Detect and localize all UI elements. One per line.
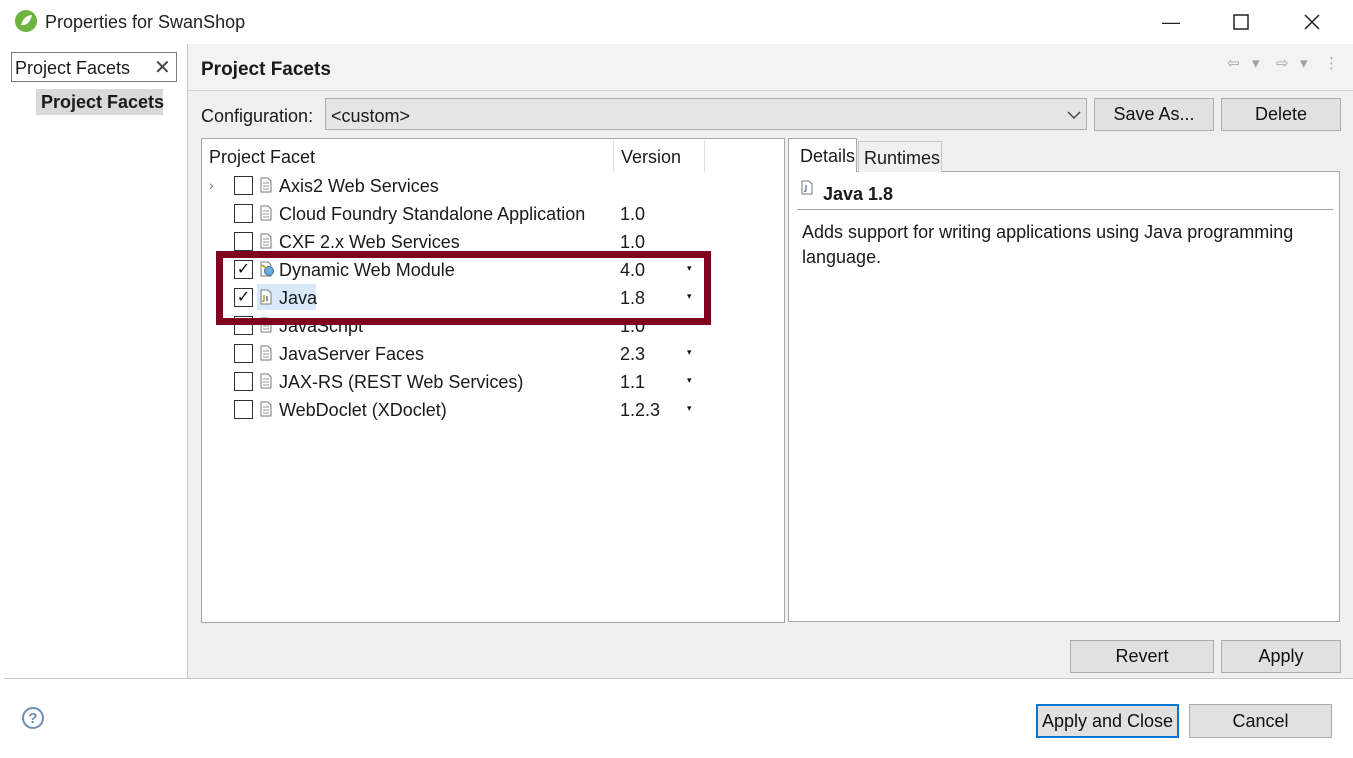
- facet-checkbox[interactable]: [234, 232, 253, 251]
- facet-version[interactable]: 1.1: [620, 372, 645, 393]
- forward-dropdown-icon[interactable]: ▾: [1300, 54, 1308, 72]
- sidebar: [4, 44, 188, 678]
- document-icon: [260, 345, 272, 361]
- facet-checkbox[interactable]: [234, 372, 253, 391]
- column-header-facet[interactable]: Project Facet: [209, 147, 315, 168]
- page-title: Project Facets: [201, 59, 331, 80]
- java-icon: [801, 180, 813, 195]
- spring-app-icon: [15, 10, 37, 32]
- version-dropdown-icon[interactable]: ▾: [687, 347, 692, 358]
- delete-button[interactable]: Delete: [1221, 98, 1341, 131]
- column-divider: [704, 140, 705, 172]
- details-title: Java 1.8: [823, 184, 894, 204]
- tab-label: Details: [800, 146, 856, 166]
- document-icon: [260, 401, 272, 417]
- cancel-button[interactable]: Cancel: [1189, 704, 1332, 738]
- configuration-label: Configuration:: [201, 106, 314, 126]
- window-title: Properties for SwanShop: [45, 12, 246, 32]
- chevron-down-icon: [1067, 111, 1081, 120]
- facet-name[interactable]: Axis2 Web Services: [279, 176, 439, 197]
- tab-runtimes[interactable]: Runtimes: [858, 141, 942, 172]
- filter-input-value: Project Facets: [15, 58, 131, 78]
- clear-filter-icon[interactable]: ✕: [154, 55, 171, 80]
- divider: [797, 209, 1333, 210]
- version-dropdown-icon[interactable]: ▾: [687, 375, 692, 386]
- tab-details[interactable]: Details: [788, 138, 857, 172]
- help-icon[interactable]: ?: [22, 707, 44, 729]
- annotation-highlight-box: [216, 251, 711, 325]
- more-options-icon[interactable]: ⋮: [1324, 54, 1339, 72]
- configuration-select-value: <custom>: [331, 106, 411, 126]
- close-button[interactable]: [1277, 0, 1347, 44]
- minimize-icon: —: [1162, 11, 1180, 32]
- tab-label: Runtimes: [864, 148, 941, 168]
- facet-name[interactable]: Cloud Foundry Standalone Application: [279, 204, 585, 225]
- configuration-select[interactable]: [325, 98, 1087, 130]
- column-header-version[interactable]: Version: [621, 147, 681, 168]
- facet-name[interactable]: WebDoclet (XDoclet): [279, 400, 447, 421]
- facet-version: 1.0: [620, 204, 646, 224]
- back-dropdown-icon[interactable]: ▾: [1252, 54, 1260, 72]
- details-description: Adds support for writing applications us…: [802, 222, 1294, 267]
- close-icon: [1304, 14, 1320, 30]
- save-as-button[interactable]: Save As...: [1094, 98, 1214, 131]
- facet-name[interactable]: JavaServer Faces: [279, 344, 424, 365]
- forward-arrow-icon[interactable]: ⇨: [1276, 54, 1289, 72]
- apply-and-close-button[interactable]: Apply and Close: [1036, 704, 1179, 738]
- maximize-button[interactable]: [1206, 0, 1276, 44]
- page-header: [188, 44, 1353, 91]
- facet-version[interactable]: 2.3: [620, 344, 645, 365]
- sidebar-item-label: Project Facets: [41, 92, 165, 112]
- column-divider: [613, 140, 614, 172]
- document-icon: [260, 233, 272, 249]
- document-icon: [260, 205, 272, 221]
- expand-icon[interactable]: ›: [209, 177, 214, 193]
- version-dropdown-icon[interactable]: ▾: [687, 403, 692, 414]
- facet-name[interactable]: CXF 2.x Web Services: [279, 232, 460, 253]
- minimize-button[interactable]: —: [1136, 0, 1206, 44]
- document-icon: [260, 373, 272, 389]
- facet-checkbox[interactable]: [234, 344, 253, 363]
- facet-checkbox[interactable]: [234, 204, 253, 223]
- revert-button[interactable]: Revert: [1070, 640, 1214, 673]
- divider: [4, 678, 1353, 679]
- facet-name[interactable]: JAX-RS (REST Web Services): [279, 372, 523, 393]
- facet-checkbox[interactable]: [234, 400, 253, 419]
- back-arrow-icon[interactable]: ⇦: [1227, 54, 1240, 72]
- facet-version[interactable]: 1.2.3: [620, 400, 660, 421]
- maximize-icon: [1233, 14, 1249, 30]
- apply-button[interactable]: Apply: [1221, 640, 1341, 673]
- facet-version: 1.0: [620, 232, 646, 252]
- document-icon: [260, 177, 272, 193]
- facet-checkbox[interactable]: [234, 176, 253, 195]
